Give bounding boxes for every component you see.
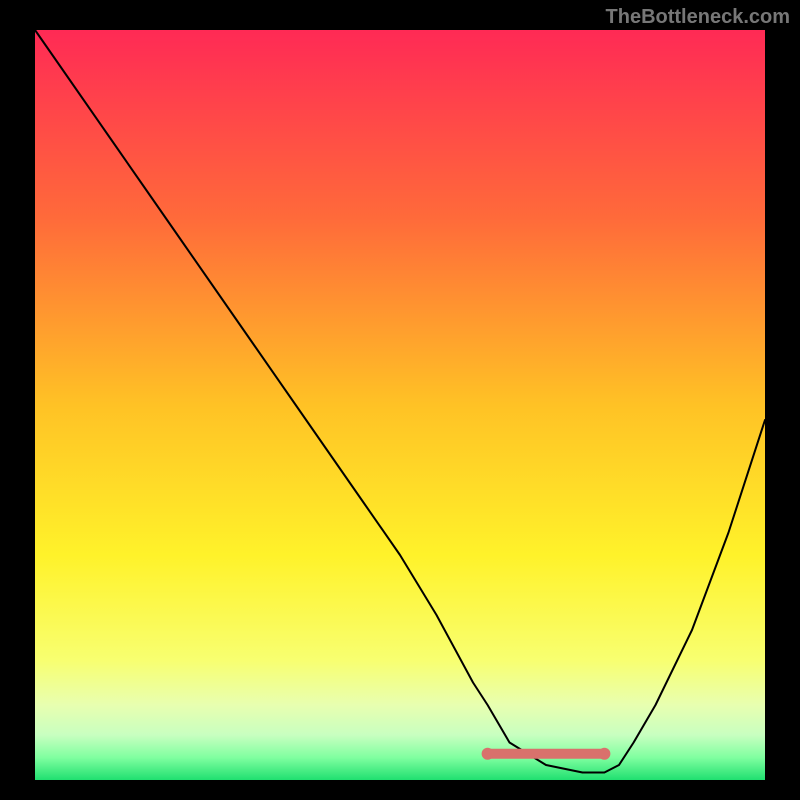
bottleneck-chart: [0, 0, 800, 800]
gradient-background: [35, 30, 765, 780]
flat-band-right: [598, 748, 610, 760]
flat-band-left: [482, 748, 494, 760]
watermark-text: TheBottleneck.com: [606, 6, 790, 29]
chart-container: TheBottleneck.com: [0, 0, 800, 800]
